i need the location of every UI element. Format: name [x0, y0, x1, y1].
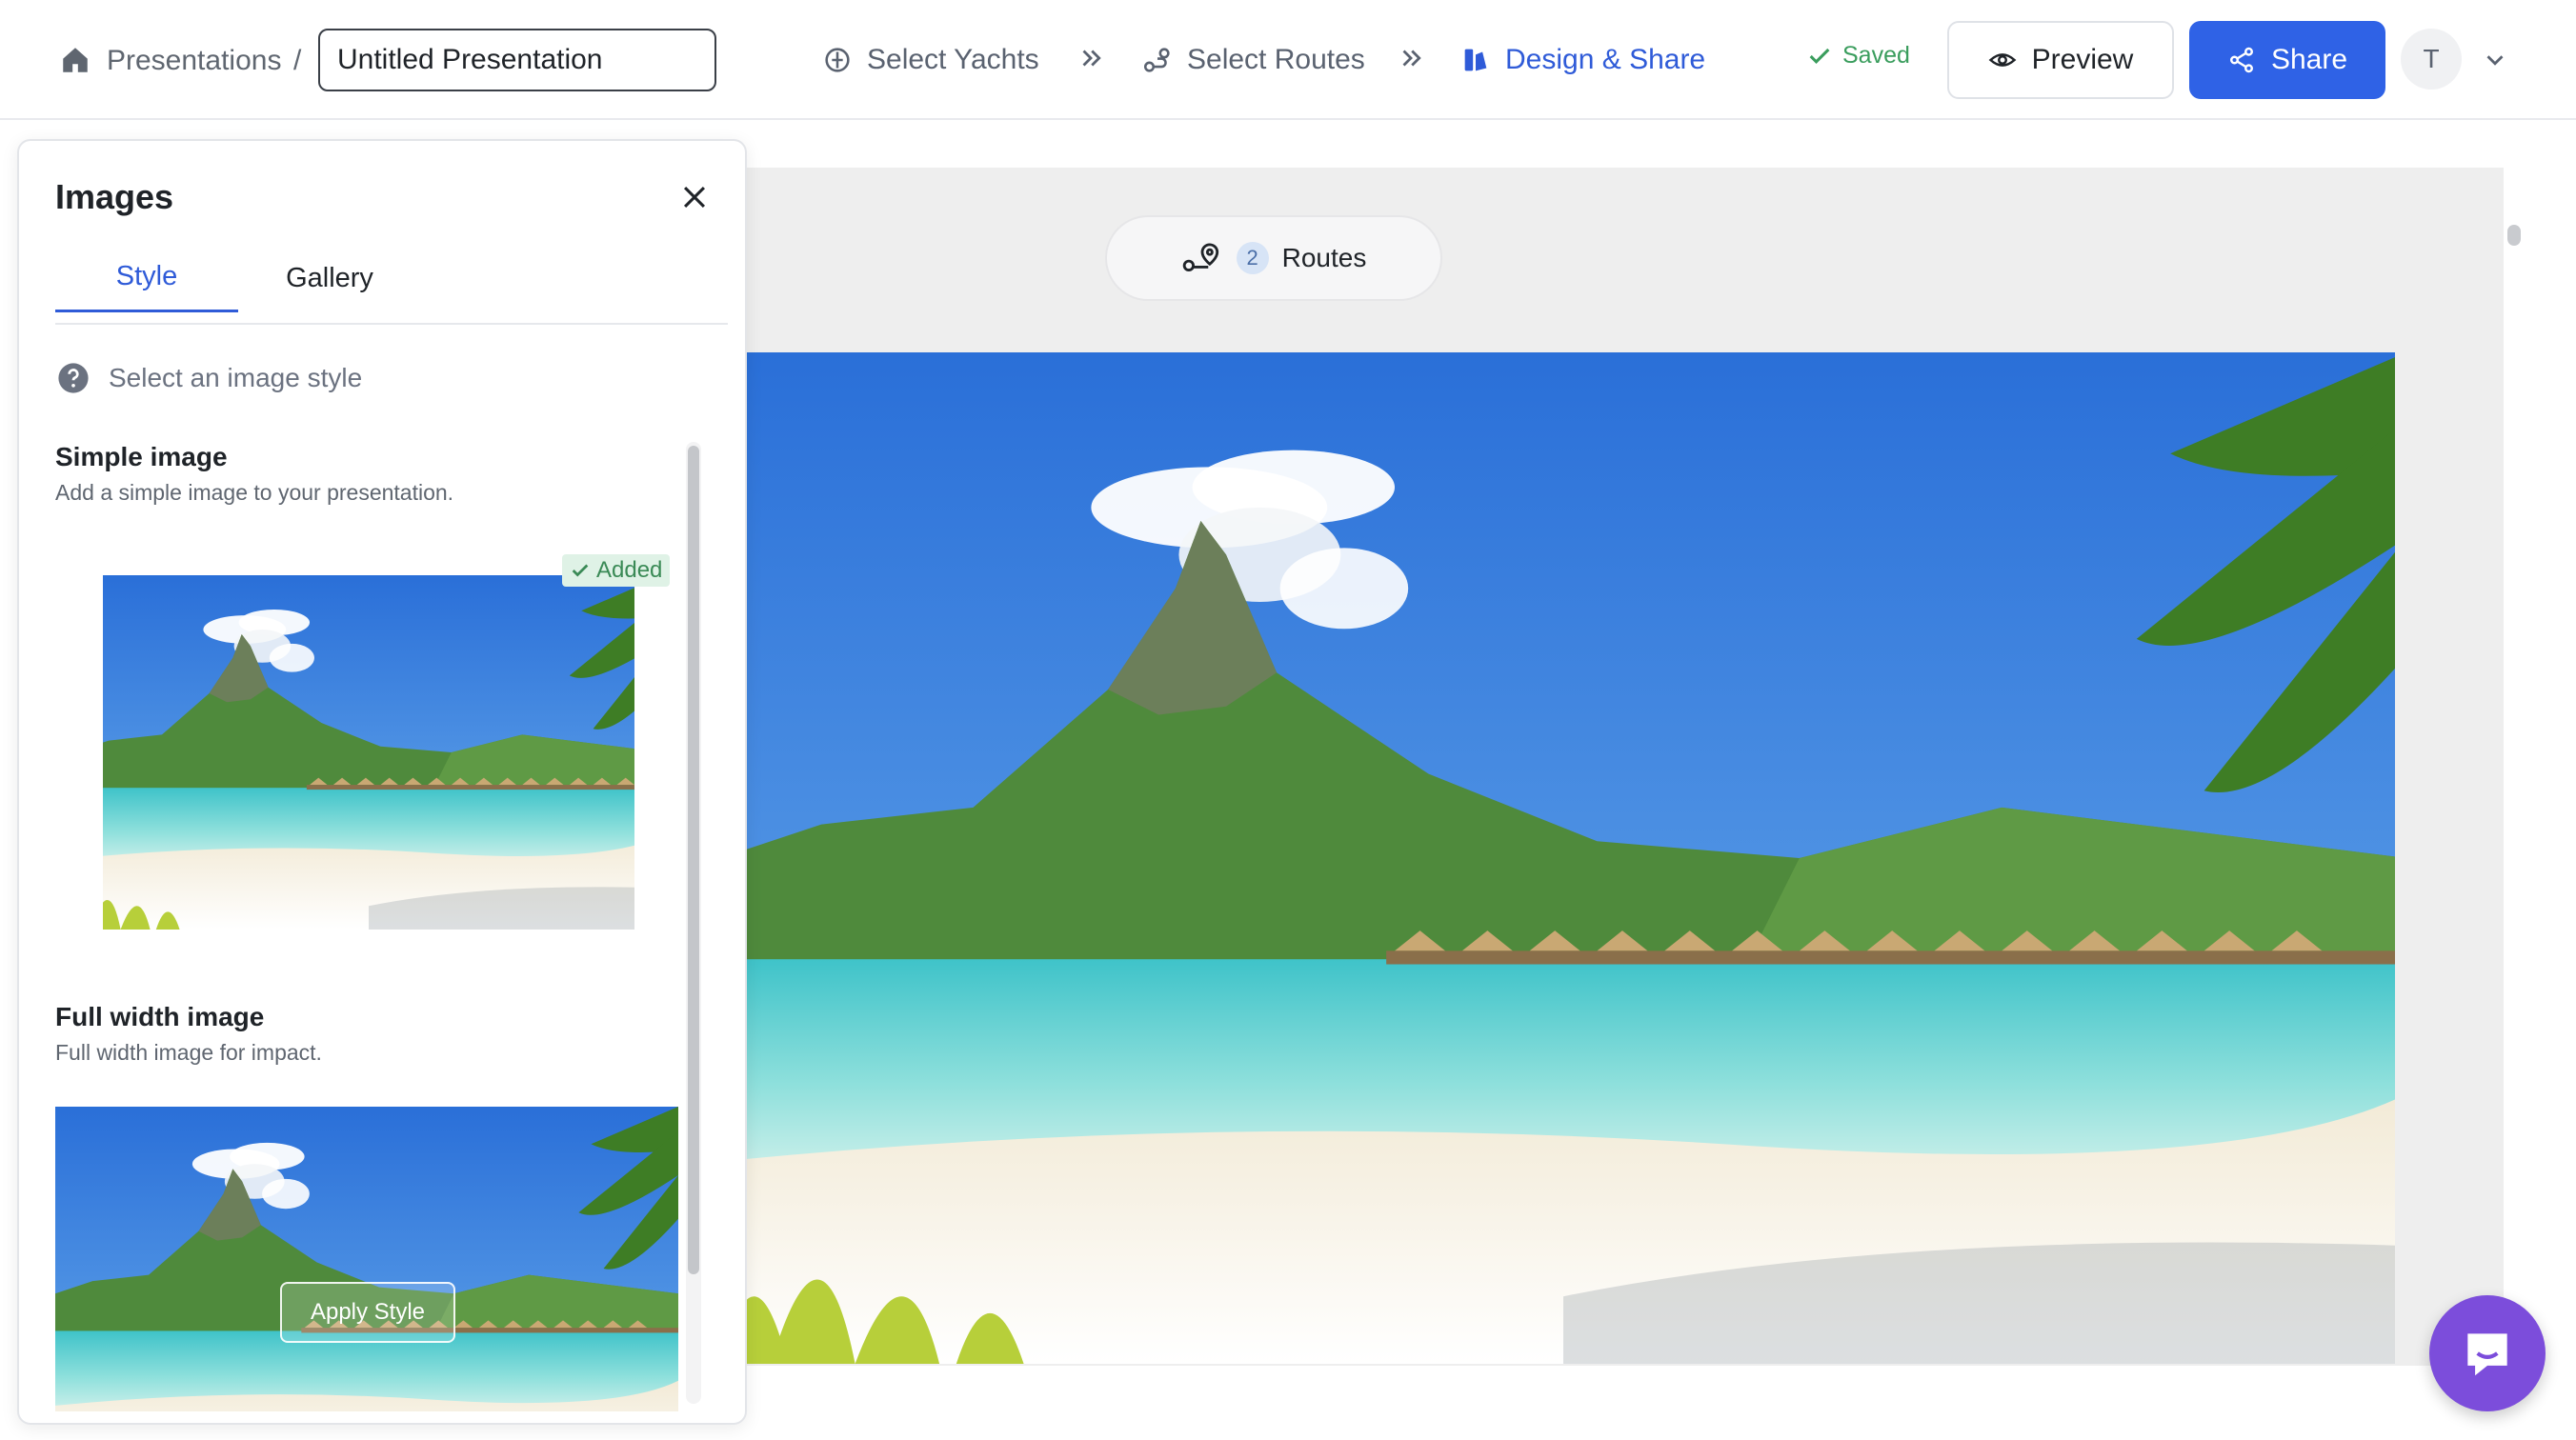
- close-icon[interactable]: [678, 181, 711, 213]
- share-label: Share: [2270, 44, 2348, 75]
- yacht-icon: [825, 48, 850, 72]
- added-label: Added: [596, 557, 663, 583]
- option-title-full-width: Full width image: [55, 1002, 265, 1031]
- route-pin-icon: [1182, 243, 1218, 271]
- images-panel: Images Style Gallery Select an image sty…: [17, 139, 747, 1425]
- routes-pill[interactable]: 2 Routes: [1105, 215, 1442, 301]
- eye-icon: [1988, 53, 2017, 67]
- check-icon: [572, 564, 589, 577]
- added-badge: Added: [562, 554, 671, 587]
- preview-button[interactable]: Preview: [1947, 21, 2174, 99]
- home-icon[interactable]: [59, 44, 91, 76]
- step-label: Select Routes: [1187, 44, 1365, 75]
- canvas-gutter: [2504, 120, 2576, 1440]
- share-icon: [2229, 47, 2253, 73]
- canvas-scrollbar[interactable]: [2507, 225, 2521, 246]
- lagoon-photo: [732, 352, 2395, 1364]
- saved-label: Saved: [1842, 42, 1910, 69]
- option-desc-simple: Add a simple image to your presentation.: [55, 480, 454, 505]
- routes-label: Routes: [1281, 243, 1367, 272]
- double-chevron-right-icon: [1082, 50, 1101, 67]
- canvas-footer: [732, 1366, 2576, 1440]
- chevron-down-icon[interactable]: [2481, 46, 2509, 74]
- saved-status: Saved: [1806, 42, 1910, 70]
- breadcrumb-separator: /: [293, 45, 302, 76]
- step-label: Design & Share: [1505, 44, 1706, 75]
- tab-gallery[interactable]: Gallery: [238, 244, 421, 312]
- design-icon: [1464, 49, 1487, 71]
- top-bar: Presentations / Select Yachts Select Rou…: [0, 0, 2576, 120]
- chat-launcher-button[interactable]: [2429, 1295, 2546, 1411]
- hint-text: Select an image style: [109, 363, 363, 392]
- apply-style-button[interactable]: Apply Style: [280, 1282, 455, 1343]
- lagoon-thumb: [55, 1107, 678, 1411]
- hero-image[interactable]: [732, 352, 2395, 1364]
- breadcrumb-presentations[interactable]: Presentations: [107, 42, 281, 80]
- chat-icon: [2467, 1333, 2507, 1376]
- help-icon: [58, 363, 89, 393]
- panel-title: Images: [55, 177, 174, 216]
- full-width-image-thumbnail[interactable]: [55, 1107, 678, 1411]
- route-icon: [1143, 48, 1170, 72]
- option-desc-full-width: Full width image for impact.: [55, 1040, 322, 1065]
- simple-image-thumbnail[interactable]: [103, 575, 634, 930]
- style-hint: Select an image style: [57, 362, 362, 394]
- tab-style[interactable]: Style: [55, 244, 238, 312]
- lagoon-thumb: [103, 575, 634, 930]
- step-design-share[interactable]: Design & Share: [1459, 36, 1705, 84]
- panel-scrollbar-thumb[interactable]: [688, 446, 699, 1274]
- check-icon: [1809, 48, 1830, 64]
- step-label: Select Yachts: [867, 44, 1039, 75]
- step-select-routes[interactable]: Select Routes: [1141, 36, 1365, 84]
- tab-divider: [55, 323, 728, 325]
- routes-count-badge: 2: [1236, 242, 1269, 274]
- option-title-simple: Simple image: [55, 442, 228, 471]
- presentation-title-input[interactable]: [318, 29, 716, 91]
- preview-label: Preview: [2031, 44, 2134, 75]
- step-select-yachts[interactable]: Select Yachts: [821, 36, 1039, 84]
- double-chevron-right-icon: [1402, 50, 1421, 67]
- share-button[interactable]: Share: [2189, 21, 2385, 99]
- avatar[interactable]: T: [2401, 29, 2462, 90]
